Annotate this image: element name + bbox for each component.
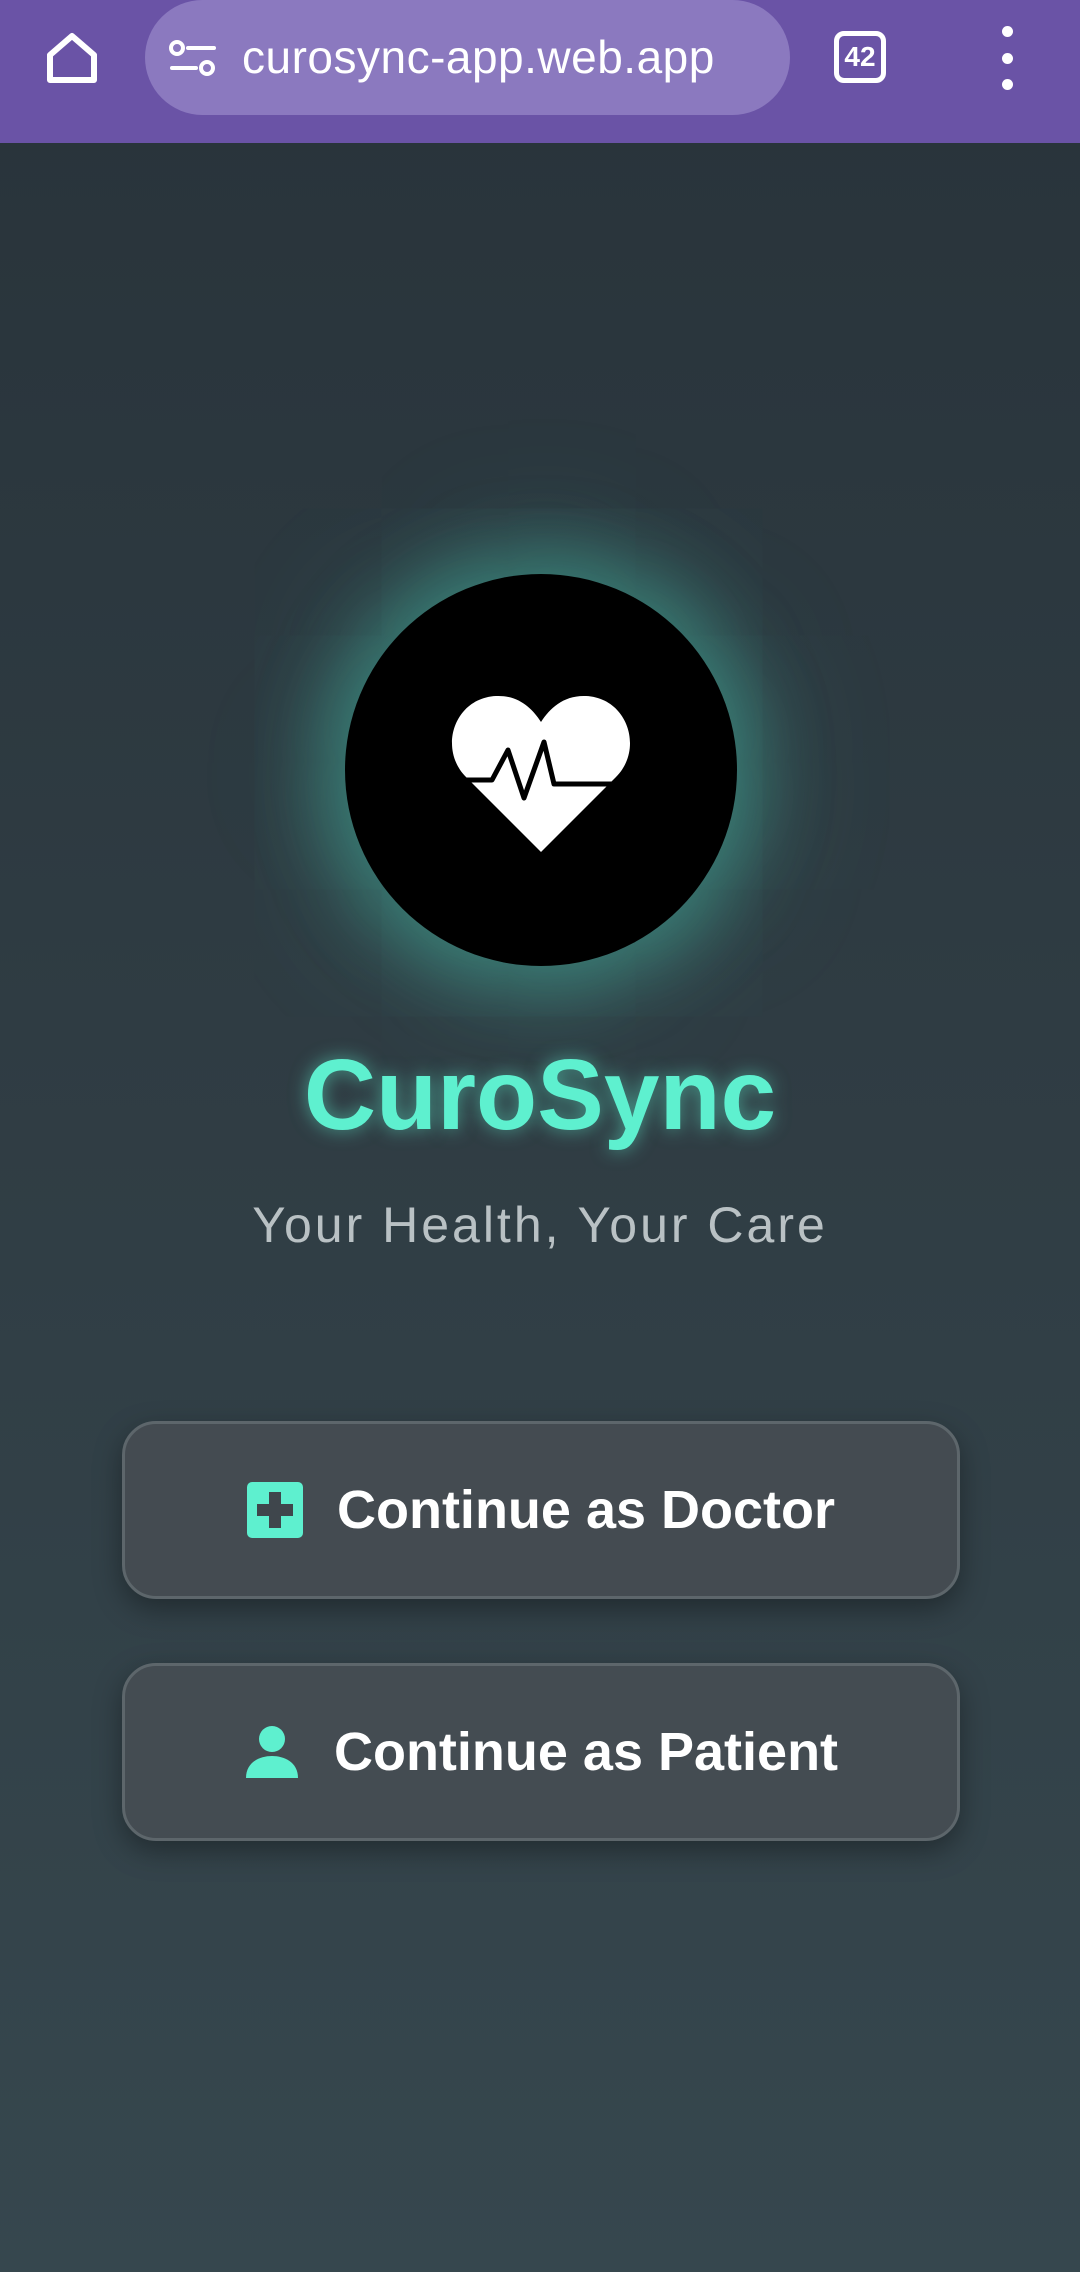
patient-button-label: Continue as Patient: [333, 1722, 839, 1782]
address-bar[interactable]: curosync-app.web.app: [145, 0, 790, 115]
continue-as-patient-button[interactable]: Continue as Patient: [122, 1663, 960, 1841]
person-icon: [244, 1724, 300, 1780]
app-logo: [345, 574, 737, 966]
more-vert-icon[interactable]: [985, 26, 1029, 90]
heart-pulse-icon: [451, 695, 634, 852]
tab-count: 42: [844, 41, 876, 72]
continue-as-doctor-button[interactable]: Continue as Doctor: [122, 1421, 960, 1599]
site-info-button[interactable]: [165, 32, 221, 84]
url-text[interactable]: curosync-app.web.app: [242, 30, 715, 84]
app-tagline: Your Health, Your Care: [252, 1197, 828, 1253]
home-icon: [47, 33, 97, 83]
tune-icon: [169, 40, 216, 76]
home-button[interactable]: [36, 22, 108, 94]
doctor-button-label: Continue as Doctor: [336, 1480, 836, 1540]
browser-toolbar: curosync-app.web.app 42: [0, 0, 1080, 143]
app-title: CuroSync: [303, 1039, 777, 1151]
medical-cross-icon: [246, 1482, 303, 1538]
tabs-button[interactable]: 42: [834, 31, 886, 83]
